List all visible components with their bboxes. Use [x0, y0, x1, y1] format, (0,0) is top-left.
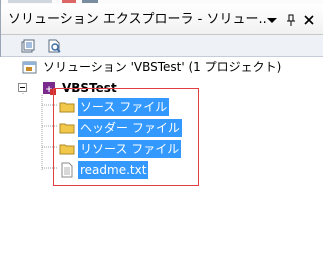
close-icon: [304, 15, 314, 25]
window-position-dropdown-button[interactable]: [265, 13, 279, 27]
cut-off-icon: [8, 0, 52, 3]
properties-icon: [21, 39, 35, 53]
auto-hide-pin-button[interactable]: [284, 13, 298, 27]
show-all-files-button[interactable]: [46, 38, 62, 54]
close-button[interactable]: [302, 13, 316, 27]
panel-title-bar: ソリューション エクスプローラ - ソリュー...: [0, 4, 323, 35]
solution-icon: [22, 61, 37, 74]
pin-icon: [287, 14, 295, 26]
collapse-toggle[interactable]: [18, 83, 27, 92]
show-all-files-icon: [48, 39, 61, 53]
panel-title: ソリューション エクスプローラ - ソリュー...: [8, 12, 266, 27]
chevron-down-icon: [267, 18, 277, 23]
explorer-toolbar: [0, 35, 323, 57]
minus-icon: [20, 87, 25, 88]
solution-tree: ソリューション 'VBSTest' (1 プロジェクト) + VBSTest ソ…: [0, 57, 323, 269]
tree-item-label: ソリューション 'VBSTest' (1 プロジェクト): [43, 60, 282, 74]
cut-off-icon: [82, 0, 98, 3]
cut-off-icon: [62, 0, 76, 3]
tree-item-solution[interactable]: ソリューション 'VBSTest' (1 プロジェクト): [0, 58, 323, 76]
properties-button[interactable]: [20, 38, 36, 54]
selection-highlight-box: [53, 88, 199, 186]
